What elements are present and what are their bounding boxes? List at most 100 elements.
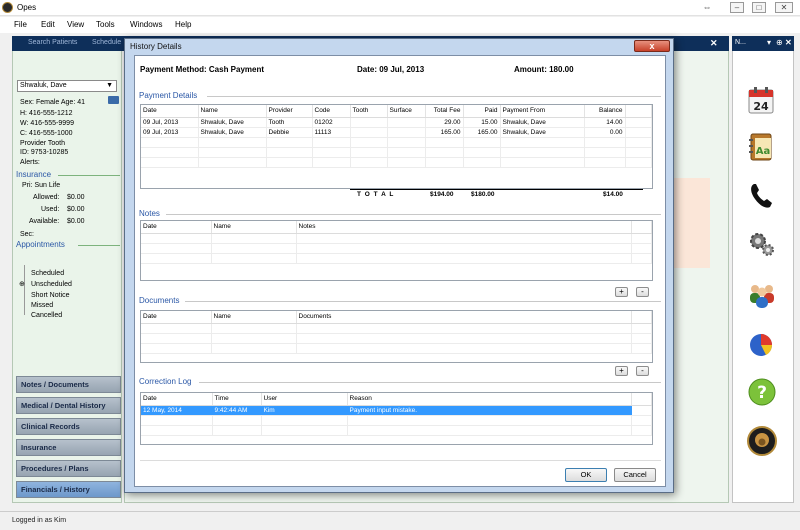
dialog-close-button[interactable]: x [634,40,670,52]
remove-document-button[interactable]: - [636,366,649,376]
documents-title: Documents [139,296,180,305]
calendar-icon[interactable]: 24 [746,84,778,116]
add-document-button[interactable]: + [615,366,628,376]
col-paid[interactable]: Paid [463,105,501,118]
totals-fee: $194.00 [430,191,454,198]
id-card-icon[interactable] [108,96,119,104]
divider [78,245,120,246]
appt-short-notice[interactable]: Short Notice [31,292,70,299]
cell-code: 01202 [312,117,351,128]
col-code[interactable]: Code [312,105,351,118]
table-row[interactable]: 09 Jul, 2013 Shwaluk, Dave Debbie 11113 … [141,127,652,138]
close-tab-icon[interactable]: ✕ [710,38,718,49]
col-provider[interactable]: Provider [266,105,313,118]
totals-paid: $180.00 [471,191,495,198]
allowed-label: Allowed: [33,194,60,201]
tab-search-patients[interactable]: Search Patients [28,39,77,46]
insurance-primary: Pri: Sun Life [22,182,61,189]
col-surface[interactable]: Surface [387,105,426,118]
documents-col-documents[interactable]: Documents [296,311,632,324]
col-date[interactable]: Date [141,105,199,118]
patient-name: Shwaluk, Dave [20,82,67,89]
tab-schedule[interactable]: Schedule [92,39,121,46]
add-note-button[interactable]: + [615,287,628,297]
pie-chart-icon[interactable] [746,328,778,360]
available-label: Available: [29,218,60,225]
divider [140,460,661,461]
log-col-user[interactable]: User [261,393,348,406]
maximize-button[interactable]: □ [748,0,770,15]
appt-missed[interactable]: Missed [31,302,53,309]
close-icon[interactable]: ✕ [785,38,792,47]
phone-home: H: 416-555-1212 [20,110,73,117]
log-col-date[interactable]: Date [141,393,213,406]
users-group-icon[interactable] [746,278,778,310]
log-col-time[interactable]: Time [212,393,262,406]
table-row[interactable]: 09 Jul, 2013 Shwaluk, Dave Tooth 01202 2… [141,117,652,128]
menu-help[interactable]: Help [175,20,191,29]
appt-scheduled[interactable]: Scheduled [31,270,64,277]
notes-col-name[interactable]: Name [211,221,297,234]
dialog-body: Payment Method: Cash Payment Date: 09 Ju… [134,55,666,487]
remove-note-button[interactable]: - [636,287,649,297]
help-icon[interactable]: ? [746,376,778,408]
correction-log-grid[interactable]: Date Time User Reason 12 May, 2014 9:42:… [140,392,653,445]
log-col-reason[interactable]: Reason [347,393,632,406]
col-balance[interactable]: Balance [584,105,626,118]
dropdown-icon[interactable]: ▾ [767,38,771,47]
menu-windows[interactable]: Windows [130,20,162,29]
documents-col-name[interactable]: Name [211,311,297,324]
col-total-fee[interactable]: Total Fee [425,105,464,118]
col-name[interactable]: Name [198,105,267,118]
lion-logo-icon[interactable] [746,425,778,457]
cell-payment-from: Shwaluk, Dave [500,127,585,138]
settings-gears-icon[interactable] [746,228,778,260]
address-book-icon[interactable]: Aa [746,131,778,163]
patient-alerts: Alerts: [20,159,40,166]
status-bar: Logged in as Kim [0,511,800,530]
ok-button[interactable]: OK [565,468,607,482]
expand-plus-icon[interactable]: ⊕ [19,280,25,288]
nav-procedures-plans[interactable]: Procedures / Plans [16,460,121,477]
col-tooth[interactable]: Tooth [350,105,388,118]
allowed-value: $0.00 [67,194,85,201]
payment-amount: Amount: 180.00 [514,65,574,74]
nav-financials-history[interactable]: Financials / History [16,481,121,498]
restore-arrows-icon[interactable]: ⇔ [696,0,718,15]
payment-date: Date: 09 Jul, 2013 [357,65,425,74]
patient-dropdown[interactable]: Shwaluk, Dave ▼ [17,80,117,92]
history-details-dialog: History Details x Payment Method: Cash P… [124,38,674,493]
documents-grid[interactable]: Date Name Documents [140,310,653,363]
table-row[interactable]: 12 May, 2014 9:42:44 AM Kim Payment inpu… [141,405,652,416]
phone-icon[interactable] [746,180,778,212]
appt-unscheduled[interactable]: Unscheduled [31,281,72,288]
app-title: Opes [17,3,37,12]
nav-medical-dental-history[interactable]: Medical / Dental History [16,397,121,414]
nav-notes-documents[interactable]: Notes / Documents [16,376,121,393]
menu-bar: File Edit View Tools Windows Help [0,17,800,33]
totals-label: T O T A L [357,191,395,198]
menu-edit[interactable]: Edit [41,20,55,29]
notes-grid[interactable]: Date Name Notes [140,220,653,281]
col-payment-from[interactable]: Payment From [500,105,585,118]
notes-col-date[interactable]: Date [141,221,212,234]
pin-icon[interactable]: ⊕ [776,38,783,47]
nav-clinical-records[interactable]: Clinical Records [16,418,121,435]
patient-provider: Provider Tooth [20,140,66,147]
cell-paid: 15.00 [463,117,501,128]
cancel-button[interactable]: Cancel [614,468,656,482]
menu-tools[interactable]: Tools [96,20,115,29]
appt-cancelled[interactable]: Cancelled [31,312,62,319]
nav-insurance[interactable]: Insurance [16,439,121,456]
patient-sex-age: Sex: Female Age: 41 [20,98,85,107]
menu-view[interactable]: View [67,20,84,29]
minimize-button[interactable]: – [726,0,748,15]
documents-col-date[interactable]: Date [141,311,212,324]
close-window-button[interactable]: ✕ [770,0,798,15]
phone-work: W: 416-555-9999 [20,120,74,127]
notes-col-notes[interactable]: Notes [296,221,632,234]
age-value: 41 [77,99,86,106]
payment-details-grid[interactable]: Date Name Provider Code Tooth Surface To… [140,104,653,189]
menu-file[interactable]: File [14,20,27,29]
cell-provider: Debbie [266,127,313,138]
